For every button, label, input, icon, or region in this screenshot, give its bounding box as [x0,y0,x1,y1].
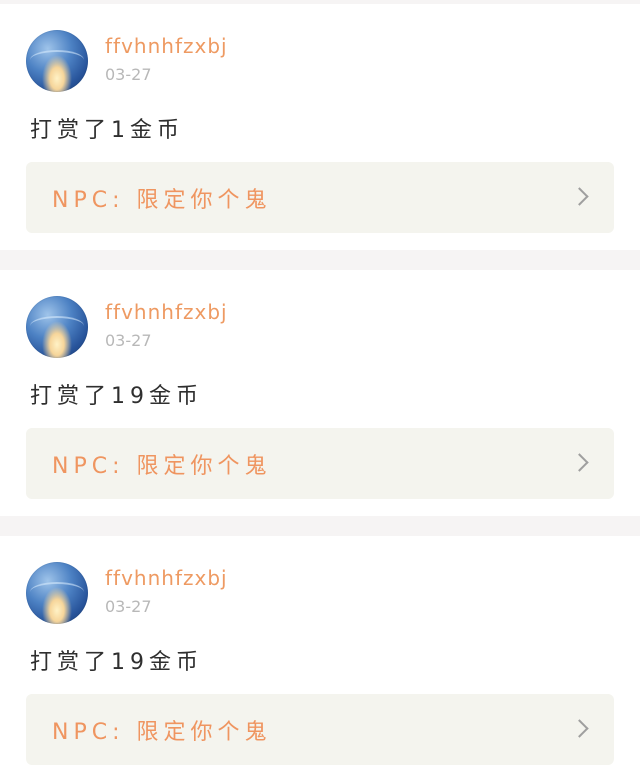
reward-message: 打赏了1金币 [30,118,184,143]
linked-post-title: NPC: 限定你个鬼 [52,720,272,745]
avatar[interactable] [26,562,88,624]
linked-post-title: NPC: 限定你个鬼 [52,188,272,213]
reward-message: 打赏了19金币 [30,650,203,675]
reward-message: 打赏了19金币 [30,384,203,409]
post-date: 03-27 [105,65,152,84]
chevron-right-icon [570,187,589,206]
chevron-right-icon [570,719,589,738]
reward-post: ffvhnhfzxbj 03-27 打赏了19金币 NPC: 限定你个鬼 [0,270,640,516]
reward-feed: ffvhnhfzxbj 03-27 打赏了1金币 NPC: 限定你个鬼 ffvh… [0,0,640,783]
username[interactable]: ffvhnhfzxbj [105,300,228,324]
linked-post-card[interactable]: NPC: 限定你个鬼 [26,428,614,499]
post-date: 03-27 [105,597,152,616]
avatar[interactable] [26,30,88,92]
linked-post-card[interactable]: NPC: 限定你个鬼 [26,694,614,765]
post-date: 03-27 [105,331,152,350]
reward-post: ffvhnhfzxbj 03-27 打赏了1金币 NPC: 限定你个鬼 [0,4,640,250]
username[interactable]: ffvhnhfzxbj [105,566,228,590]
username[interactable]: ffvhnhfzxbj [105,34,228,58]
avatar[interactable] [26,296,88,358]
linked-post-title: NPC: 限定你个鬼 [52,454,272,479]
reward-post: ffvhnhfzxbj 03-27 打赏了19金币 NPC: 限定你个鬼 [0,536,640,783]
chevron-right-icon [570,453,589,472]
linked-post-card[interactable]: NPC: 限定你个鬼 [26,162,614,233]
